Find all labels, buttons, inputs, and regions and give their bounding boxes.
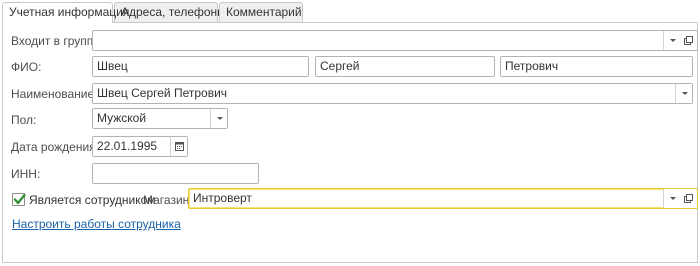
- employee-label[interactable]: Является сотрудником: [29, 193, 156, 207]
- name-dropdown-button[interactable]: [675, 84, 692, 103]
- middle-name-field[interactable]: Петрович: [500, 56, 693, 77]
- tab-panel: Входит в группу: ФИО: Швец Сергей Петров…: [2, 22, 698, 263]
- tab-addresses-phones[interactable]: Адреса, телефоны: [114, 2, 226, 22]
- calendar-icon: [175, 142, 184, 151]
- last-name-field[interactable]: Швец: [92, 56, 309, 77]
- chevron-down-icon: [670, 197, 676, 200]
- chevron-down-icon: [217, 117, 223, 120]
- first-name-value: Сергей: [320, 59, 360, 73]
- name-label: Наименование:: [11, 87, 98, 101]
- chevron-down-icon: [670, 39, 676, 42]
- fio-label: ФИО:: [11, 60, 42, 74]
- employee-checkbox[interactable]: [12, 193, 26, 206]
- tab-comment[interactable]: Комментарий: [219, 2, 303, 22]
- group-field[interactable]: [92, 30, 681, 51]
- inn-field[interactable]: [92, 163, 259, 184]
- store-label: Магазин:: [143, 193, 193, 207]
- gender-dropdown-button[interactable]: [210, 109, 227, 128]
- first-name-field[interactable]: Сергей: [315, 56, 495, 77]
- last-name-value: Швец: [97, 59, 128, 73]
- birth-date-value: 22.01.1995: [97, 139, 158, 153]
- store-value: Интроверт: [193, 191, 252, 205]
- open-form-icon: [684, 194, 693, 203]
- name-value: Швец Сергей Петрович: [97, 86, 228, 100]
- open-form-icon: [684, 36, 693, 45]
- checkmark-icon: [13, 193, 26, 205]
- gender-label: Пол:: [11, 113, 37, 127]
- birth-date-label: Дата рождения:: [11, 140, 99, 154]
- store-open-button[interactable]: [680, 188, 698, 209]
- birth-date-field[interactable]: 22.01.1995: [92, 136, 188, 157]
- setup-employee-work-link[interactable]: Настроить работы сотрудника: [12, 217, 181, 231]
- inn-label: ИНН:: [11, 167, 41, 181]
- name-field[interactable]: Швец Сергей Петрович: [92, 83, 693, 104]
- store-field[interactable]: Интроверт: [188, 188, 681, 209]
- group-label: Входит в группу:: [11, 34, 103, 48]
- tab-account-info[interactable]: Учетная информация: [2, 2, 129, 23]
- chevron-down-icon: [682, 92, 688, 95]
- middle-name-value: Петрович: [505, 59, 559, 73]
- group-open-button[interactable]: [680, 30, 698, 51]
- store-dropdown-button[interactable]: [663, 189, 680, 208]
- gender-value: Мужской: [97, 111, 147, 125]
- calendar-button[interactable]: [170, 137, 187, 156]
- gender-field[interactable]: Мужской: [92, 108, 228, 129]
- group-dropdown-button[interactable]: [663, 31, 680, 50]
